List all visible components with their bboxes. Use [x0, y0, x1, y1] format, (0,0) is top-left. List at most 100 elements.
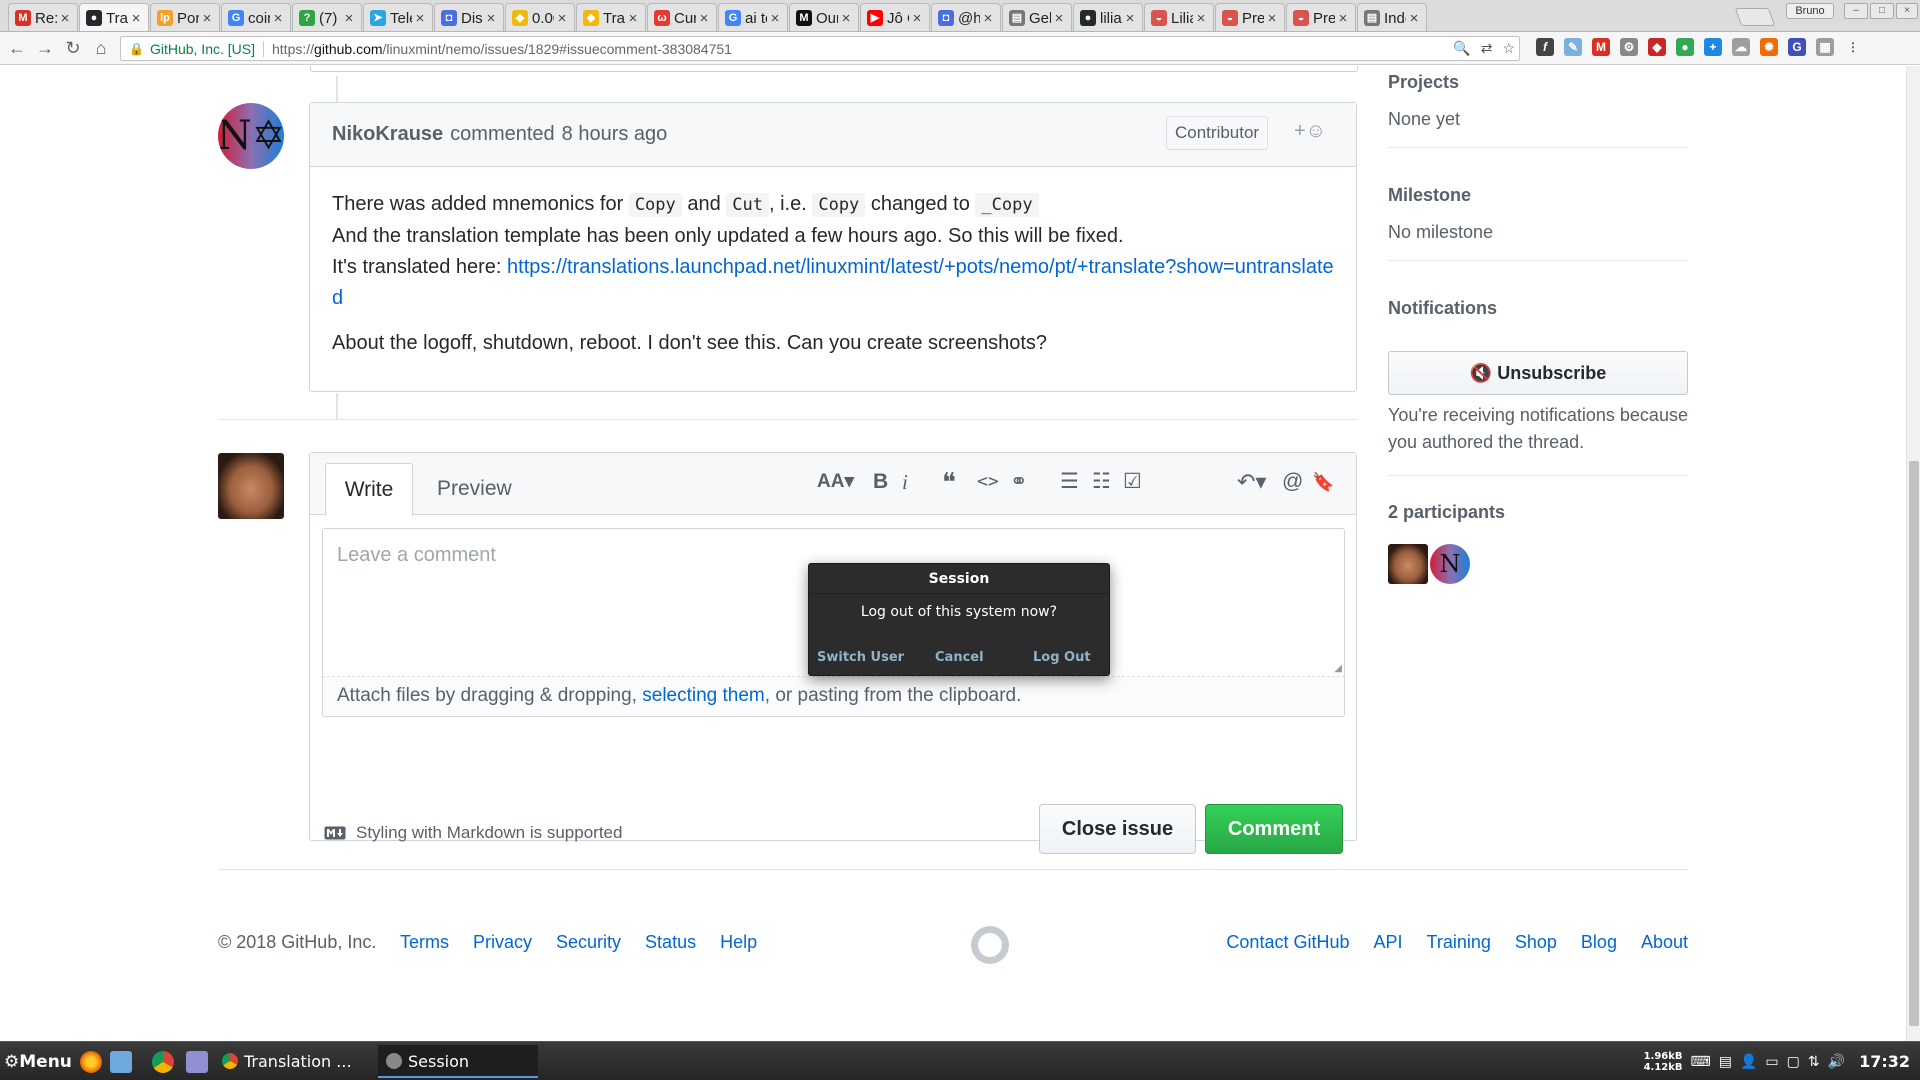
browser-tab[interactable]: ◘Disc× — [434, 3, 504, 31]
plus-extension-icon[interactable]: + — [1704, 38, 1722, 56]
reload-button[interactable]: ↻ — [62, 37, 84, 59]
scrollbar-thumb[interactable] — [1909, 461, 1919, 1026]
tab-close-icon[interactable]: × — [57, 10, 73, 27]
fire-extension-icon[interactable]: ✹ — [1760, 38, 1778, 56]
browser-tab[interactable]: ◆Trac× — [576, 3, 646, 31]
taskbar-session-window[interactable]: Session — [378, 1045, 538, 1078]
bold-tool-icon[interactable]: B — [873, 469, 888, 495]
formula-extension-icon[interactable]: f — [1536, 38, 1554, 56]
resize-handle-icon[interactable]: ◢ — [1334, 663, 1342, 674]
browser-tab[interactable]: Gcoin× — [221, 3, 291, 31]
forward-button[interactable]: → — [34, 37, 56, 59]
participant-avatar[interactable] — [1388, 544, 1428, 584]
browser-tab[interactable]: MOur× — [789, 3, 859, 31]
tab-close-icon[interactable]: × — [767, 10, 783, 27]
translate-icon[interactable]: ⇄ — [1481, 40, 1493, 57]
comment-timestamp-link[interactable]: 8 hours ago — [562, 123, 668, 146]
tab-close-icon[interactable]: × — [625, 10, 641, 27]
shield-extension-icon[interactable]: ◆ — [1648, 38, 1666, 56]
browser-tab[interactable]: ◒Lilia× — [1144, 3, 1214, 31]
tab-close-icon[interactable]: × — [696, 10, 712, 27]
mail-extension-icon[interactable]: M — [1592, 38, 1610, 56]
tab-close-icon[interactable]: × — [909, 10, 925, 27]
switch-user-button[interactable]: Switch User — [817, 650, 904, 665]
page-scrollbar[interactable] — [1906, 66, 1920, 1041]
translate-extension-icon[interactable]: G — [1788, 38, 1806, 56]
footer-link[interactable]: Training — [1427, 932, 1491, 952]
tool-extension-icon[interactable]: ⚙ — [1620, 38, 1638, 56]
tab-close-icon[interactable]: × — [1122, 10, 1138, 27]
cloud-extension-icon[interactable]: ☁ — [1732, 38, 1750, 56]
chrome-extension-icon[interactable]: ● — [1676, 38, 1694, 56]
display-icon[interactable]: ▭ — [1765, 1054, 1778, 1070]
user-icon[interactable]: 👤 — [1740, 1054, 1757, 1070]
new-tab-button[interactable] — [1734, 8, 1776, 26]
browser-tab[interactable]: M Re: × — [8, 3, 78, 31]
tab-close-icon[interactable]: × — [270, 10, 286, 27]
tab-close-icon[interactable]: × — [1406, 10, 1422, 27]
browser-tab[interactable]: ➤Tele× — [363, 3, 433, 31]
italic-tool-icon[interactable]: i — [902, 469, 908, 495]
browser-tab[interactable]: lpPort× — [150, 3, 220, 31]
close-window-button[interactable]: × — [1896, 3, 1918, 19]
browser-tab[interactable]: ▤Geki× — [1002, 3, 1072, 31]
comment-author-link[interactable]: NikoKrause — [332, 123, 443, 146]
file-attach-dropzone[interactable]: Attach files by dragging & dropping, sel… — [322, 677, 1345, 717]
code-tool-icon[interactable]: <> — [977, 469, 999, 495]
tab-close-icon[interactable]: × — [199, 10, 215, 27]
chrome-menu-icon[interactable]: ⋮ — [1844, 38, 1862, 56]
tab-close-icon[interactable]: × — [1193, 10, 1209, 27]
notes-extension-icon[interactable]: ✎ — [1564, 38, 1582, 56]
address-bar[interactable]: 🔒 GitHub, Inc. [US] https://github.com/l… — [120, 36, 1520, 61]
milestone-title[interactable]: Milestone — [1388, 185, 1688, 206]
task-list-tool-icon[interactable]: ☑ — [1123, 469, 1142, 495]
tab-close-icon[interactable]: × — [1051, 10, 1067, 27]
tab-close-icon[interactable]: × — [1335, 10, 1351, 27]
keyboard-icon[interactable]: ⌨ — [1691, 1054, 1711, 1070]
footer-link[interactable]: Help — [720, 932, 757, 952]
profile-button[interactable]: Bruno — [1786, 3, 1834, 19]
github-logo-icon[interactable] — [971, 926, 1009, 964]
footer-link[interactable]: API — [1373, 932, 1402, 952]
maximize-window-button[interactable]: □ — [1870, 3, 1894, 19]
notifications-icon[interactable]: ▢ — [1787, 1054, 1800, 1070]
start-menu-button[interactable]: ⚙Menu — [4, 1052, 72, 1072]
clock[interactable]: 17:32 — [1859, 1052, 1910, 1071]
participant-avatar[interactable]: N — [1430, 544, 1470, 584]
tab-write[interactable]: Write — [325, 463, 413, 516]
tab-close-icon[interactable]: × — [1264, 10, 1280, 27]
footer-link[interactable]: Shop — [1515, 932, 1557, 952]
link-tool-icon[interactable]: ⚭ — [1010, 469, 1028, 495]
tab-close-icon[interactable]: × — [838, 10, 854, 27]
close-issue-button[interactable]: Close issue — [1039, 804, 1196, 854]
browser-tab[interactable]: Gai to× — [718, 3, 788, 31]
network-icon[interactable]: ⇅ — [1808, 1054, 1820, 1070]
footer-link[interactable]: Status — [645, 932, 696, 952]
browser-tab[interactable]: ▤Inde× — [1357, 3, 1427, 31]
browser-tab[interactable]: ▶Jô O× — [860, 3, 930, 31]
home-button[interactable]: ⌂ — [90, 37, 112, 59]
tab-close-icon[interactable]: × — [128, 10, 144, 27]
tab-close-icon[interactable]: × — [554, 10, 570, 27]
browser-tab[interactable]: ◘@hi× — [931, 3, 1001, 31]
saved-reply-tool-icon[interactable]: ↶▾ — [1237, 469, 1266, 495]
quote-tool-icon[interactable]: ❝ — [942, 469, 956, 495]
mention-tool-icon[interactable]: @ — [1282, 469, 1303, 495]
browser-tab[interactable]: ●lilian× — [1073, 3, 1143, 31]
numbered-list-tool-icon[interactable]: ☷ — [1092, 469, 1111, 495]
tab-close-icon[interactable]: × — [980, 10, 996, 27]
browser-tab[interactable]: ?(7) V× — [292, 3, 362, 31]
comment-submit-button[interactable]: Comment — [1205, 804, 1343, 854]
tab-close-icon[interactable]: × — [412, 10, 428, 27]
minimize-window-button[interactable]: – — [1844, 3, 1868, 19]
markdown-support-link[interactable]: Styling with Markdown is supported — [356, 823, 622, 843]
browser-tab[interactable]: ◒Prec× — [1215, 3, 1285, 31]
zoom-icon[interactable]: 🔍 — [1453, 40, 1470, 57]
puzzle-extension-icon[interactable]: ▦ — [1816, 38, 1834, 56]
reference-tool-icon[interactable]: 🔖 — [1312, 469, 1334, 495]
bookmark-star-icon[interactable]: ☆ — [1502, 40, 1515, 57]
files-launcher-icon[interactable] — [110, 1051, 132, 1073]
tab-close-icon[interactable]: × — [341, 10, 357, 27]
footer-link[interactable]: Privacy — [473, 932, 532, 952]
back-button[interactable]: ← — [6, 37, 28, 59]
